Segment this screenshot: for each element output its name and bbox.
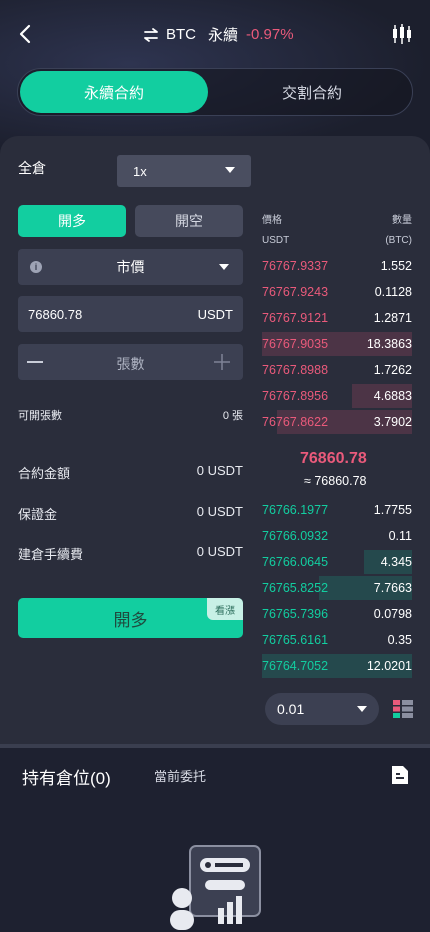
bid-amount: 0.0798 bbox=[373, 607, 412, 621]
margin-label: 保證金 bbox=[18, 507, 58, 522]
bid-price: 76765.8252 bbox=[262, 581, 329, 595]
tab-holdings[interactable]: 持有倉位(0) bbox=[22, 764, 111, 789]
pair-symbol: BTC bbox=[166, 26, 196, 43]
ask-price: 76767.9243 bbox=[262, 285, 329, 299]
contract-amount-value: 0 USDT bbox=[196, 463, 243, 478]
empty-state-illustration bbox=[170, 845, 261, 930]
mid-price-approx: ≈ 76860.78 bbox=[304, 474, 367, 488]
ask-price: 76767.8622 bbox=[262, 415, 329, 429]
ask-amount: 4.6883 bbox=[373, 389, 412, 403]
ask-amount: 1.7262 bbox=[373, 363, 412, 377]
quantity-stepper[interactable]: 張數 bbox=[18, 344, 243, 380]
swap-arrows-icon bbox=[144, 27, 158, 42]
top-bar: BTC 永續 -0.97% bbox=[0, 0, 430, 70]
chevron-down-icon bbox=[225, 167, 235, 173]
chevron-down-icon bbox=[357, 706, 367, 712]
mid-price[interactable]: 76860.78 bbox=[300, 450, 367, 468]
price-value: 76860.78 bbox=[28, 307, 83, 322]
open-long-button[interactable]: 開多 看漲 bbox=[18, 598, 243, 638]
bid-row[interactable]: 76764.7052 12.0201 bbox=[262, 654, 412, 678]
ask-amount: 18.3863 bbox=[366, 337, 412, 351]
bid-price: 76764.7052 bbox=[262, 659, 329, 673]
bid-price: 76766.0645 bbox=[262, 555, 329, 569]
ask-amount: 3.7902 bbox=[373, 415, 412, 429]
order-type-value: 市價 bbox=[116, 259, 145, 275]
bid-price: 76765.7396 bbox=[262, 607, 329, 621]
price-header: 價格 bbox=[262, 215, 282, 226]
pair-title[interactable]: BTC 永續 -0.97% bbox=[142, 24, 294, 45]
openable-value: 0 張 bbox=[222, 410, 243, 422]
margin-mode-label[interactable]: 全倉 bbox=[18, 158, 46, 178]
fee-label: 建倉手續費 bbox=[18, 547, 84, 562]
candlestick-chart-icon[interactable] bbox=[390, 22, 414, 46]
ask-price: 76767.9337 bbox=[262, 259, 329, 273]
bid-row[interactable]: 76766.0932 0.11 bbox=[262, 524, 412, 548]
ask-price: 76767.8988 bbox=[262, 363, 329, 377]
ask-row[interactable]: 76767.9121 1.2871 bbox=[262, 306, 412, 330]
orderbook-layout-icon[interactable] bbox=[393, 700, 413, 718]
amount-unit-header: (BTC) bbox=[385, 235, 412, 246]
open-short-tab[interactable]: 開空 bbox=[135, 205, 243, 237]
section-divider bbox=[0, 744, 430, 748]
ask-row[interactable]: 76767.9243 0.1128 bbox=[262, 280, 412, 304]
tab-perpetual[interactable]: 永續合約 bbox=[20, 71, 208, 113]
ask-amount: 0.1128 bbox=[374, 285, 412, 299]
contract-tabs: 永續合約 交割合約 bbox=[17, 68, 413, 116]
document-icon[interactable] bbox=[389, 764, 411, 786]
tab-current-orders[interactable]: 當前委托 bbox=[154, 766, 206, 785]
ask-row[interactable]: 76767.9035 18.3863 bbox=[262, 332, 412, 356]
fee-value: 0 USDT bbox=[196, 544, 243, 559]
ask-amount: 1.2871 bbox=[373, 311, 412, 325]
price-unit-header: USDT bbox=[262, 235, 290, 246]
bid-row[interactable]: 76765.8252 7.7663 bbox=[262, 576, 412, 600]
precision-value: 0.01 bbox=[277, 701, 305, 717]
margin-value: 0 USDT bbox=[196, 504, 243, 519]
contract-type-label: 永續 bbox=[208, 27, 239, 44]
precision-select[interactable]: 0.01 bbox=[265, 693, 379, 725]
ask-row[interactable]: 76767.8988 1.7262 bbox=[262, 358, 412, 382]
price-change: -0.97% bbox=[246, 26, 294, 43]
bid-row[interactable]: 76766.1977 1.7755 bbox=[262, 498, 412, 522]
bid-amount: 12.0201 bbox=[366, 659, 412, 673]
ask-price: 76767.8956 bbox=[262, 389, 329, 403]
bid-amount: 1.7755 bbox=[373, 503, 412, 517]
ask-amount: 1.552 bbox=[380, 259, 412, 273]
price-unit: USDT bbox=[197, 307, 233, 322]
info-icon[interactable]: i bbox=[30, 261, 42, 273]
back-arrow-icon[interactable] bbox=[14, 22, 38, 46]
leverage-value: 1x bbox=[133, 163, 147, 179]
bid-row[interactable]: 76765.7396 0.0798 bbox=[262, 602, 412, 626]
price-field[interactable]: 76860.78 USDT bbox=[18, 296, 243, 332]
leverage-select[interactable]: 1x bbox=[117, 155, 251, 187]
ask-price: 76767.9121 bbox=[262, 311, 329, 325]
bid-amount: 4.345 bbox=[380, 555, 412, 569]
ask-row[interactable]: 76767.9337 1.552 bbox=[262, 254, 412, 278]
chevron-down-icon bbox=[219, 264, 229, 270]
amount-header: 數量 bbox=[392, 215, 412, 226]
bid-amount: 0.35 bbox=[387, 633, 412, 647]
order-type-select[interactable]: i 市價 bbox=[18, 249, 243, 285]
bid-row[interactable]: 76766.0645 4.345 bbox=[262, 550, 412, 574]
contract-amount-label: 合約金額 bbox=[18, 466, 71, 481]
quantity-placeholder: 張數 bbox=[116, 356, 145, 372]
bid-price: 76766.0932 bbox=[262, 529, 329, 543]
ask-price: 76767.9035 bbox=[262, 337, 329, 351]
bid-price: 76765.6161 bbox=[262, 633, 329, 647]
bullish-badge: 看漲 bbox=[207, 598, 243, 620]
ask-row[interactable]: 76767.8622 3.7902 bbox=[262, 410, 412, 434]
plus-icon[interactable] bbox=[213, 353, 231, 371]
tab-delivery[interactable]: 交割合約 bbox=[212, 71, 412, 113]
bid-row[interactable]: 76765.6161 0.35 bbox=[262, 628, 412, 652]
openable-label: 可開張數 bbox=[18, 410, 62, 422]
ask-row[interactable]: 76767.8956 4.6883 bbox=[262, 384, 412, 408]
open-long-tab[interactable]: 開多 bbox=[18, 205, 126, 237]
bid-price: 76766.1977 bbox=[262, 503, 329, 517]
bid-amount: 0.11 bbox=[388, 529, 412, 543]
bid-amount: 7.7663 bbox=[373, 581, 412, 595]
open-long-button-label: 開多 bbox=[113, 610, 148, 630]
